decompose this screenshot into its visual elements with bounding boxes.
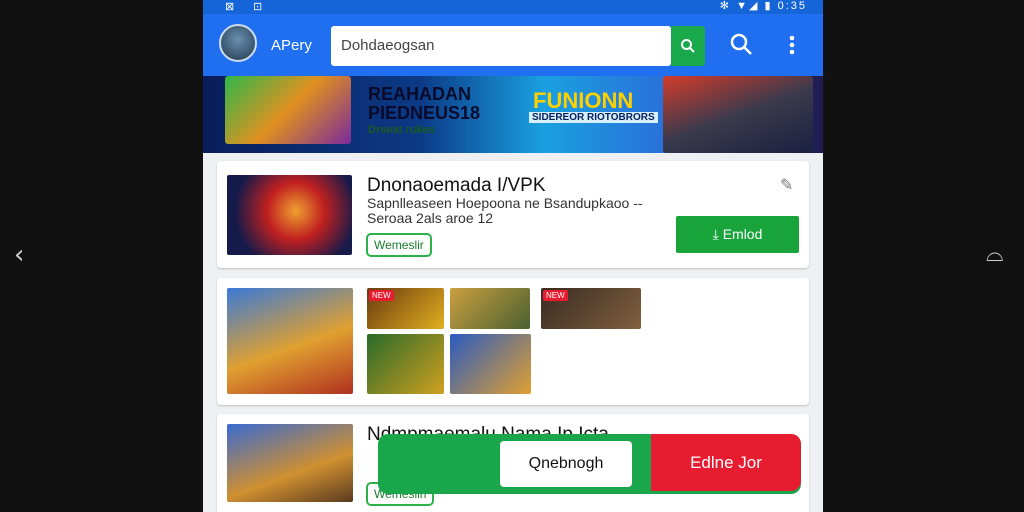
avatar[interactable]: [219, 24, 257, 62]
more-vert-icon[interactable]: [788, 34, 796, 62]
download-button[interactable]: Edlne Jor: [651, 434, 801, 491]
promo-banner[interactable]: REAHADAN PIEDNEUS18 Drseat rukes FUNIONN…: [203, 76, 823, 153]
banner-art-right: [663, 76, 813, 153]
banner-right-sub: SIDEREOR RIOTOBRORS: [529, 112, 658, 123]
status-bar: ⊠ ⊡ ✻ ▼◢ ▮ 0:35: [203, 0, 823, 14]
banner-right-title: FUNIONN: [533, 88, 634, 113]
search-icon[interactable]: [729, 32, 753, 62]
open-button[interactable]: Qnebnogh: [500, 441, 632, 487]
search-value: Dohdaeogsan: [341, 37, 435, 54]
gallery-main-image[interactable]: [227, 288, 353, 394]
verified-badge: Wemeslir: [366, 233, 432, 257]
gallery-thumb[interactable]: [450, 288, 530, 329]
banner-line3: Drseat rukes: [368, 124, 435, 136]
notification-icon-2: ⊡: [253, 1, 263, 13]
search-button[interactable]: [671, 26, 705, 66]
app-thumbnail: [227, 175, 352, 255]
banner-line1: REAHADAN: [368, 84, 471, 104]
new-tag: NEW: [543, 290, 568, 301]
app-title: Dnonaoemada I/VPK: [367, 175, 546, 196]
pin-icon[interactable]: ✎: [780, 175, 793, 195]
banner-line2: PIEDNEUS18: [368, 103, 481, 123]
install-label: Emlod: [722, 226, 763, 242]
back-arrow-icon[interactable]: ‹: [14, 240, 24, 270]
app-thumbnail: [227, 424, 353, 502]
phone-screen: ⊠ ⊡ ✻ ▼◢ ▮ 0:35 APery Dohdaeogsan REAHAD…: [203, 0, 823, 512]
status-right: ✻ ▼◢ ▮ 0:35: [719, 0, 807, 12]
app-name: APery: [271, 37, 312, 54]
app-card[interactable]: Dnonaoemada I/VPK Sapnlleaseen Hoepoona …: [217, 161, 809, 268]
app-bar: APery Dohdaeogsan: [203, 14, 823, 76]
gallery-thumb[interactable]: [450, 334, 531, 394]
banner-art-left: [225, 76, 351, 144]
app-description: Sapnlleaseen Hoepoona ne Bsandupkaoo --: [367, 195, 643, 211]
notification-icon: ⊠: [225, 1, 235, 13]
rotate-icon[interactable]: ⌓: [986, 242, 1003, 267]
install-button[interactable]: ⤓ Emlod: [676, 216, 799, 253]
install-icon: ⤓: [712, 226, 723, 242]
new-tag: NEW: [369, 290, 394, 301]
gallery-thumb[interactable]: [367, 334, 444, 394]
search-icon: [681, 39, 695, 53]
app-meta: Seroaa 2als aroe 12: [367, 210, 494, 226]
gallery-card[interactable]: NEW NEW: [217, 278, 809, 405]
search-input[interactable]: Dohdaeogsan: [331, 26, 671, 66]
